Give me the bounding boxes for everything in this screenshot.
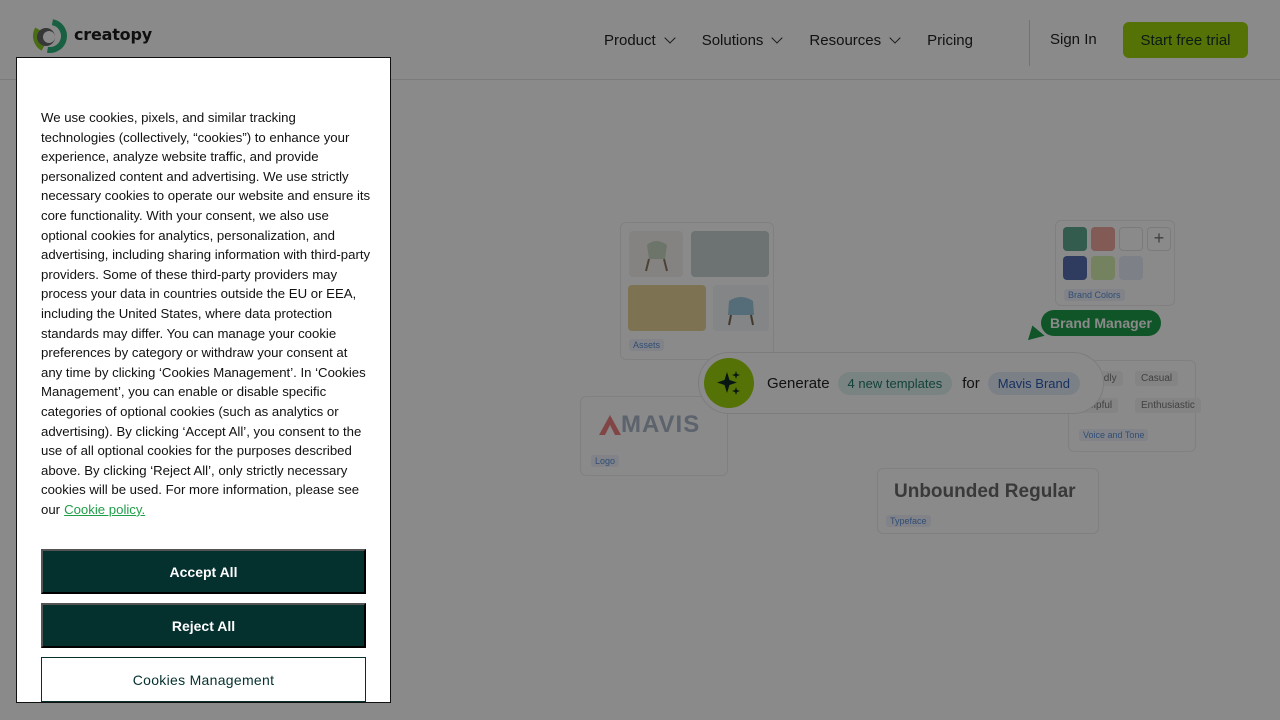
cookie-consent-dialog: We use cookies, pixels, and similar trac… — [16, 57, 391, 703]
consent-body-text: We use cookies, pixels, and similar trac… — [41, 110, 371, 517]
cookie-policy-link[interactable]: Cookie policy. — [64, 502, 145, 517]
reject-all-button[interactable]: Reject All — [41, 603, 366, 648]
accept-all-button[interactable]: Accept All — [41, 549, 366, 594]
cookies-management-button[interactable]: Cookies Management — [41, 657, 366, 702]
consent-body: We use cookies, pixels, and similar trac… — [41, 108, 371, 519]
